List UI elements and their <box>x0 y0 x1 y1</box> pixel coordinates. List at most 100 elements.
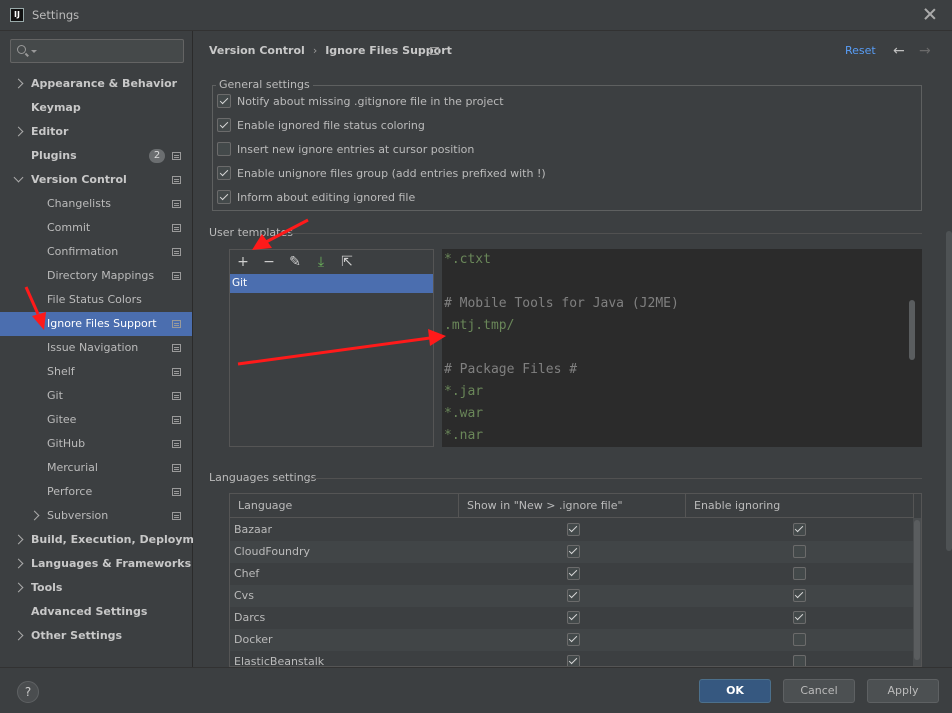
close-icon[interactable] <box>922 6 938 22</box>
search-input[interactable] <box>39 42 179 60</box>
sidebar-item-keymap[interactable]: Keymap <box>0 96 192 120</box>
user-templates-title: User templates <box>209 226 293 239</box>
checkbox-checked-icon[interactable] <box>217 94 231 108</box>
show-in-new-checkbox[interactable] <box>567 567 580 580</box>
import-icon[interactable]: ⤓ <box>312 253 330 271</box>
show-in-new-checkbox[interactable] <box>567 545 580 558</box>
show-in-new-checkbox[interactable] <box>567 523 580 536</box>
table-row[interactable]: ElasticBeanstalk <box>230 651 913 666</box>
sidebar-item-editor[interactable]: Editor <box>0 120 192 144</box>
chevron-down-icon[interactable] <box>13 172 24 183</box>
title-bar: IJ Settings <box>0 0 952 31</box>
column-header-enable-ignoring[interactable]: Enable ignoring <box>686 494 914 518</box>
reset-link[interactable]: Reset <box>845 44 876 57</box>
help-button[interactable]: ? <box>17 681 39 703</box>
show-in-new-checkbox[interactable] <box>567 589 580 602</box>
enable-ignoring-checkbox[interactable] <box>793 589 806 602</box>
code-line: *.nar <box>444 428 484 443</box>
sidebar-item-label: File Status Colors <box>47 293 142 306</box>
chevron-right-icon[interactable] <box>13 558 24 569</box>
forward-arrow-icon[interactable]: → <box>919 44 931 58</box>
project-scope-icon <box>172 200 181 208</box>
export-icon[interactable]: ⇱ <box>338 253 356 271</box>
sidebar-item-tools[interactable]: Tools <box>0 576 192 600</box>
cancel-button[interactable]: Cancel <box>783 679 855 703</box>
chevron-right-icon[interactable] <box>13 630 24 641</box>
sidebar-item-version-control[interactable]: Version Control <box>0 168 192 192</box>
language-name: Darcs <box>234 611 266 624</box>
checkbox-checked-icon[interactable] <box>217 190 231 204</box>
apply-button[interactable]: Apply <box>867 679 939 703</box>
enable-ignoring-checkbox[interactable] <box>793 567 806 580</box>
enable-ignoring-checkbox[interactable] <box>793 523 806 536</box>
code-line: *.ctxt <box>444 252 491 267</box>
languages-settings-title: Languages settings <box>209 471 317 484</box>
breadcrumb-parent[interactable]: Version Control <box>209 44 305 57</box>
sidebar-item-directory-mappings[interactable]: Directory Mappings <box>0 264 192 288</box>
column-header-language[interactable]: Language <box>230 494 459 518</box>
sidebar-item-shelf[interactable]: Shelf <box>0 360 192 384</box>
table-row[interactable]: CloudFoundry <box>230 541 913 563</box>
table-row[interactable]: Chef <box>230 563 913 585</box>
general-settings-title: General settings <box>216 78 313 91</box>
code-line: # Package Files # <box>444 362 578 377</box>
editor-scrollbar[interactable] <box>909 300 915 360</box>
option-label: Enable unignore files group (add entries… <box>237 167 546 180</box>
table-row[interactable]: Bazaar <box>230 519 913 541</box>
sidebar-item-build-execution-deployment[interactable]: Build, Execution, Deployment <box>0 528 214 552</box>
chevron-right-icon[interactable] <box>29 510 40 521</box>
enable-ignoring-checkbox[interactable] <box>793 611 806 624</box>
template-editor[interactable]: *.ctxt # Mobile Tools for Java (J2ME) .mtj… <box>442 249 922 447</box>
sidebar-item-commit[interactable]: Commit <box>0 216 192 240</box>
section-divider <box>289 233 922 234</box>
ok-button[interactable]: OK <box>699 679 771 703</box>
edit-icon[interactable]: ✎ <box>286 253 304 271</box>
sidebar-item-appearance-behavior[interactable]: Appearance & Behavior <box>0 72 192 96</box>
chevron-right-icon[interactable] <box>13 582 24 593</box>
sidebar-item-file-status-colors[interactable]: File Status Colors <box>0 288 192 312</box>
sidebar-item-ignore-files-support[interactable]: Ignore Files Support <box>0 312 192 336</box>
sidebar-item-plugins[interactable]: Plugins 2 <box>0 144 192 168</box>
sidebar-item-issue-navigation[interactable]: Issue Navigation <box>0 336 192 360</box>
remove-icon[interactable]: − <box>260 253 278 271</box>
show-in-new-checkbox[interactable] <box>567 611 580 624</box>
main-panel: Version Control › Ignore Files Support Res… <box>193 31 952 667</box>
settings-search[interactable] <box>10 39 184 63</box>
sidebar-item-subversion[interactable]: Subversion <box>0 504 192 528</box>
table-row[interactable]: Darcs <box>230 607 913 629</box>
sidebar-item-mercurial[interactable]: Mercurial <box>0 456 192 480</box>
sidebar-item-confirmation[interactable]: Confirmation <box>0 240 192 264</box>
checkbox-unchecked-icon[interactable] <box>217 142 231 156</box>
enable-ignoring-checkbox[interactable] <box>793 545 806 558</box>
sidebar-item-perforce[interactable]: Perforce <box>0 480 192 504</box>
checkbox-checked-icon[interactable] <box>217 118 231 132</box>
sidebar-item-changelists[interactable]: Changelists <box>0 192 192 216</box>
table-scrollbar[interactable] <box>913 518 921 666</box>
enable-ignoring-checkbox[interactable] <box>793 655 806 666</box>
template-item-git[interactable]: Git <box>230 274 433 293</box>
sidebar-item-other-settings[interactable]: Other Settings <box>0 624 192 648</box>
sidebar-item-github[interactable]: GitHub <box>0 432 192 456</box>
sidebar-item-label: Keymap <box>31 101 81 114</box>
sidebar-item-languages-frameworks[interactable]: Languages & Frameworks <box>0 552 192 576</box>
enable-ignoring-checkbox[interactable] <box>793 633 806 646</box>
chevron-right-icon[interactable] <box>13 126 24 137</box>
show-in-new-checkbox[interactable] <box>567 655 580 666</box>
search-dropdown-icon[interactable] <box>31 50 37 53</box>
sidebar-item-gitee[interactable]: Gitee <box>0 408 192 432</box>
language-name: Chef <box>234 567 260 580</box>
chevron-right-icon[interactable] <box>13 534 24 545</box>
table-row[interactable]: Docker <box>230 629 913 651</box>
sidebar-item-git[interactable]: Git <box>0 384 192 408</box>
table-row[interactable]: Cvs <box>230 585 913 607</box>
chevron-right-icon[interactable] <box>13 78 24 89</box>
show-in-new-checkbox[interactable] <box>567 633 580 646</box>
checkbox-checked-icon[interactable] <box>217 166 231 180</box>
add-icon[interactable]: + <box>234 253 252 271</box>
back-arrow-icon[interactable]: ← <box>893 44 905 58</box>
main-scrollbar[interactable] <box>946 231 952 551</box>
project-scope-icon <box>172 272 181 280</box>
sidebar-item-label: Gitee <box>47 413 77 426</box>
sidebar-item-advanced-settings[interactable]: Advanced Settings <box>0 600 192 624</box>
column-header-show-in-new[interactable]: Show in "New > .ignore file" <box>459 494 686 518</box>
